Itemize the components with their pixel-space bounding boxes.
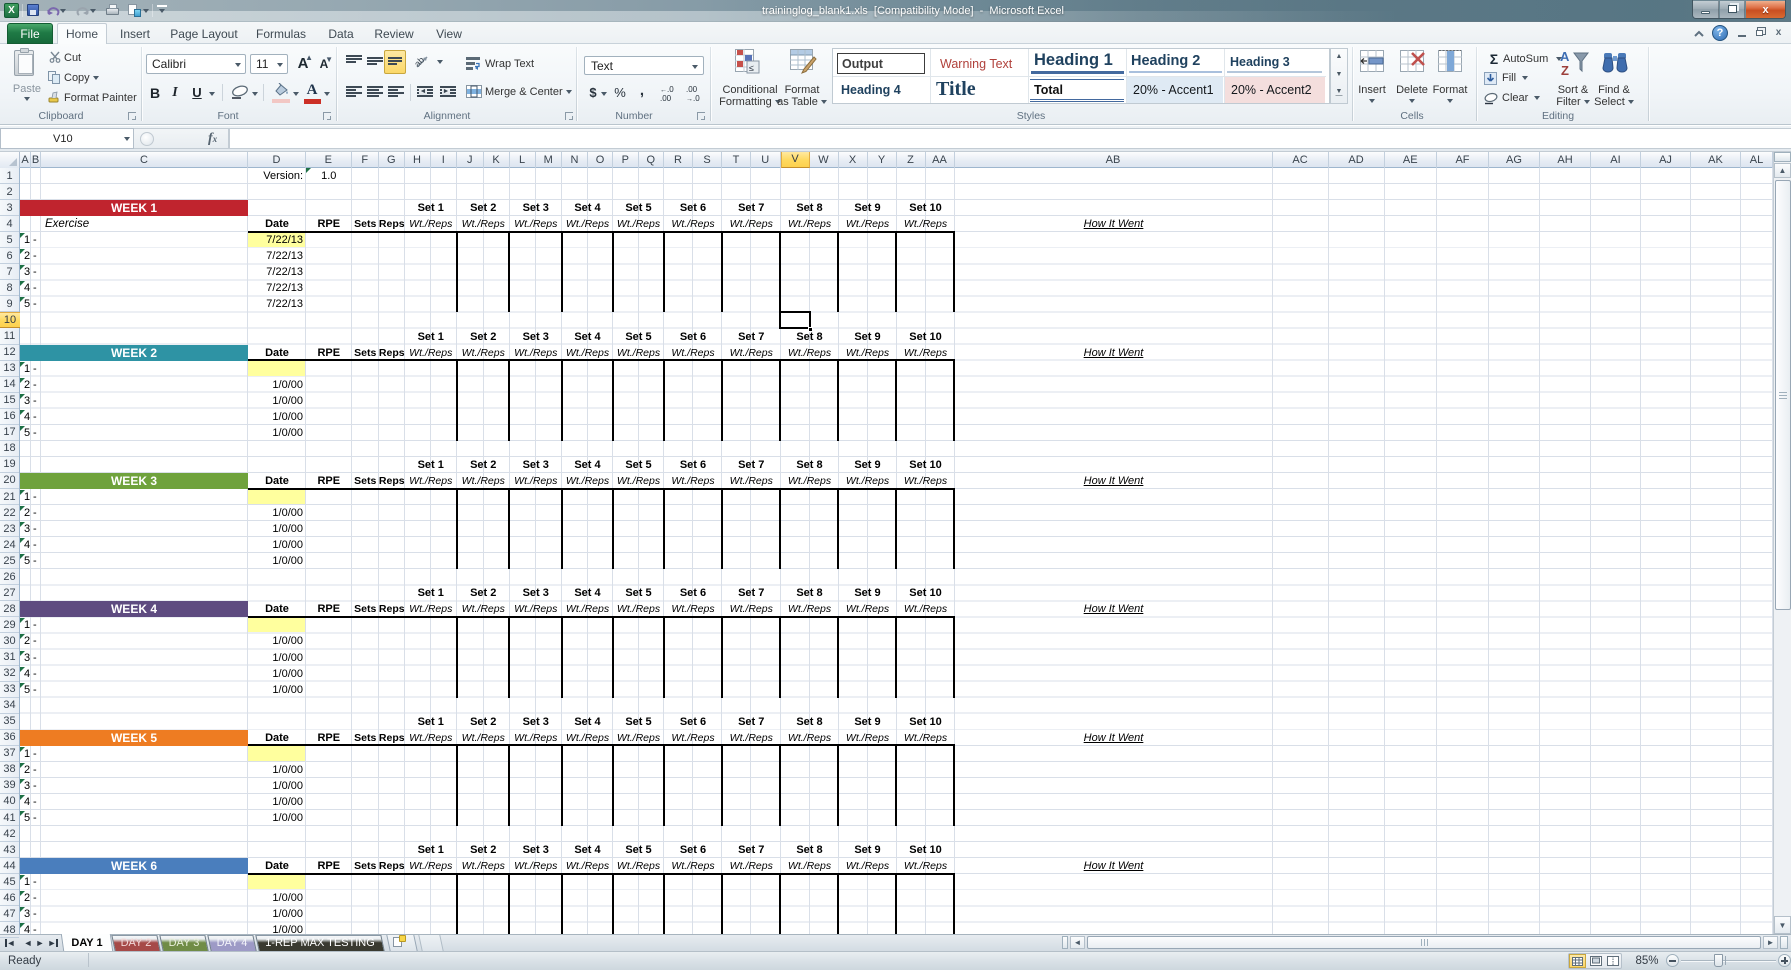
svg-text:ab: ab: [414, 55, 426, 69]
svg-text:Z: Z: [1561, 63, 1569, 77]
svg-text:≤: ≤: [749, 63, 754, 73]
svg-text:A: A: [1560, 49, 1570, 64]
